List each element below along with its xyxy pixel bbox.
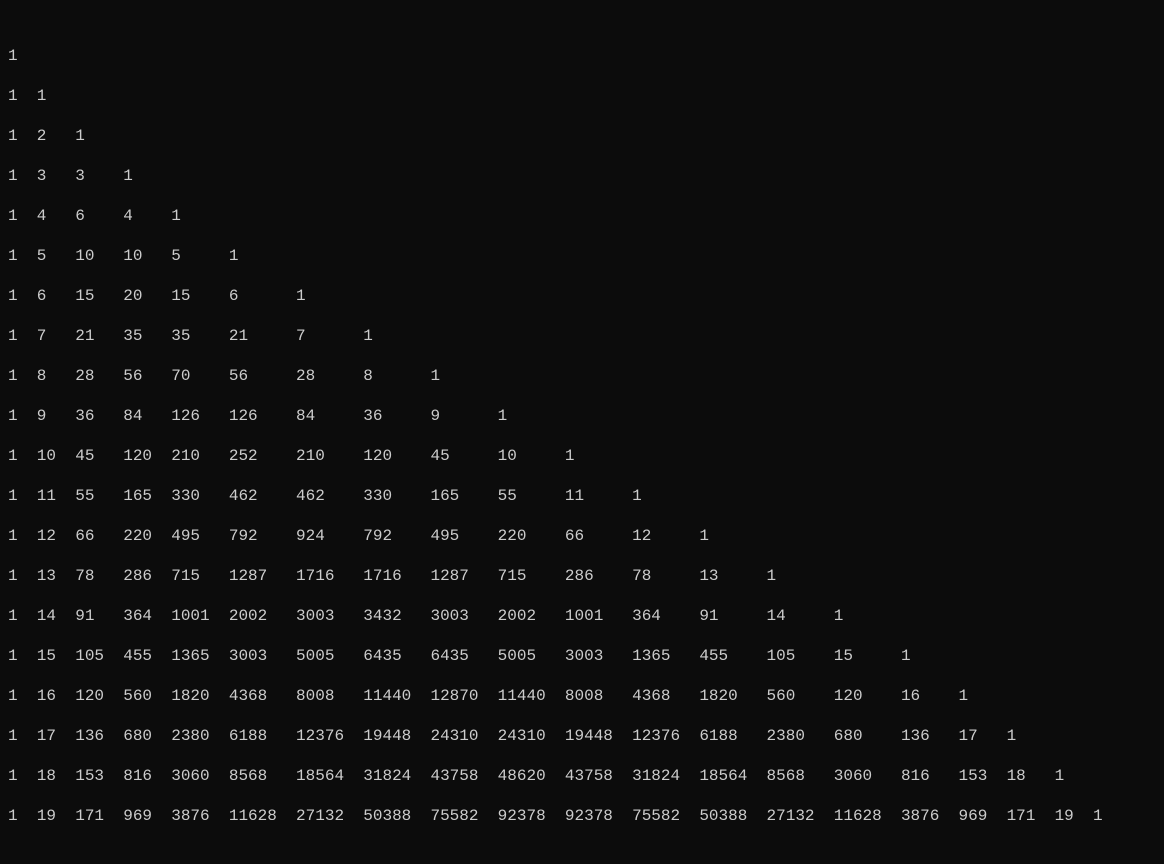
triangle-row: 1 9 36 84 126 126 84 36 9 1 (8, 406, 1160, 426)
triangle-row: 1 17 136 680 2380 6188 12376 19448 24310… (8, 726, 1160, 746)
triangle-row: 1 19 171 969 3876 11628 27132 50388 7558… (8, 806, 1160, 826)
console-output: 1 1 1 1 2 1 1 3 3 1 1 4 6 4 1 1 5 10 10 5 1 1 … (0, 0, 1164, 864)
triangle-row: 1 3 3 1 (8, 166, 1160, 186)
triangle-row: 1 11 55 165 330 462 462 330 165 55 11 1 (8, 486, 1160, 506)
triangle-row: 1 10 45 120 210 252 210 120 45 10 1 (8, 446, 1160, 466)
triangle-row: 1 13 78 286 715 1287 1716 1716 1287 715 … (8, 566, 1160, 586)
triangle-row: 1 16 120 560 1820 4368 8008 11440 12870 … (8, 686, 1160, 706)
triangle-row: 1 2 1 (8, 126, 1160, 146)
triangle-row: 1 1 (8, 86, 1160, 106)
triangle-row: 1 15 105 455 1365 3003 5005 6435 6435 50… (8, 646, 1160, 666)
pascal-triangle: 1 1 1 1 2 1 1 3 3 1 1 4 6 4 1 1 5 10 10 5 1 1 … (8, 46, 1160, 826)
triangle-row: 1 14 91 364 1001 2002 3003 3432 3003 200… (8, 606, 1160, 626)
triangle-row: 1 12 66 220 495 792 924 792 495 220 66 1… (8, 526, 1160, 546)
triangle-row: 1 4 6 4 1 (8, 206, 1160, 226)
triangle-row: 1 6 15 20 15 6 1 (8, 286, 1160, 306)
triangle-row: 1 5 10 10 5 1 (8, 246, 1160, 266)
triangle-row: 1 18 153 816 3060 8568 18564 31824 43758… (8, 766, 1160, 786)
triangle-row: 1 (8, 46, 1160, 66)
triangle-row: 1 7 21 35 35 21 7 1 (8, 326, 1160, 346)
triangle-row: 1 8 28 56 70 56 28 8 1 (8, 366, 1160, 386)
